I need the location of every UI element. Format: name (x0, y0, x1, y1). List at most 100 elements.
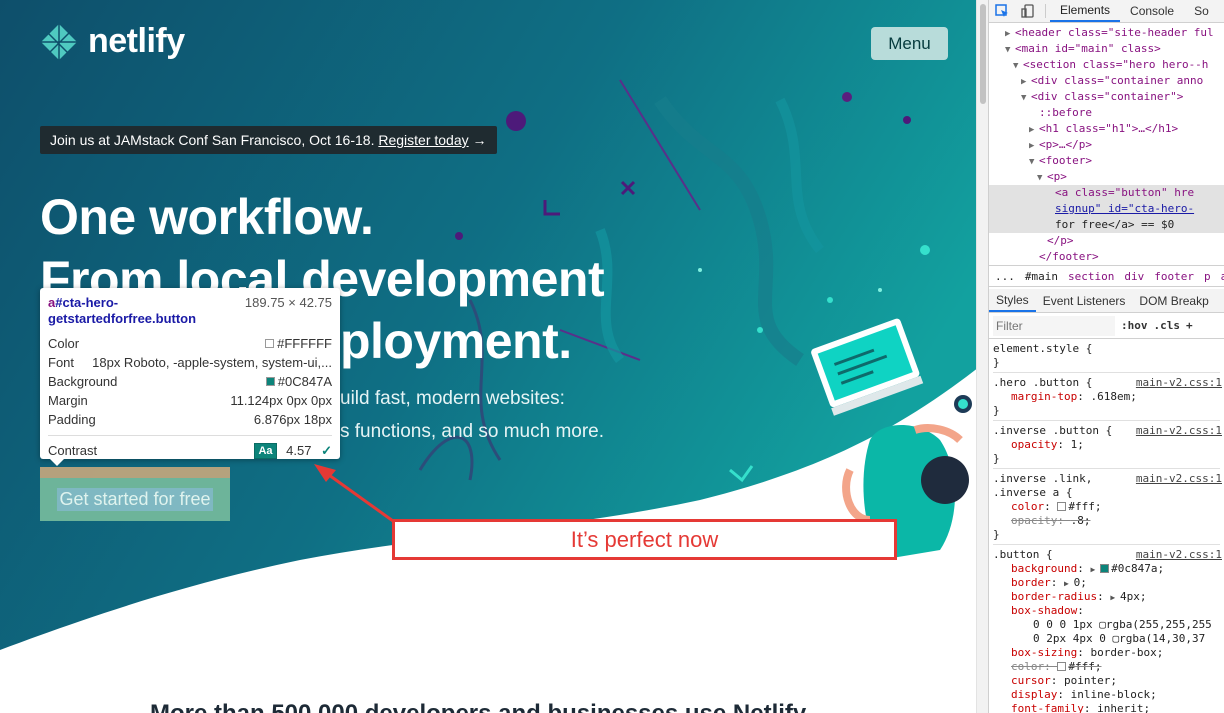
cta-margin-overlay (40, 467, 230, 478)
subtext-line-1: uild fast, modern websites: (340, 388, 565, 409)
breadcrumb-item[interactable]: div (1124, 270, 1144, 283)
css-property[interactable]: color: #fff; (993, 500, 1220, 514)
breadcrumb-item[interactable]: a (1221, 270, 1224, 283)
triangle-down-icon: ▼ (1037, 173, 1043, 183)
dom-node[interactable]: ▶ <div class="container anno (989, 73, 1224, 89)
style-rule: .inverse .button {main-v2.css:1 opacity: … (993, 421, 1222, 469)
breadcrumb: ... #main section div footerpa (989, 265, 1224, 287)
css-property[interactable]: box-sizing: border-box; (993, 646, 1220, 660)
tab-elements[interactable]: Elements (1050, 0, 1121, 22)
breadcrumb-item[interactable]: p (1204, 270, 1211, 283)
tab-event-listeners[interactable]: Event Listeners (1036, 289, 1133, 312)
tab-sources[interactable]: So (1184, 0, 1219, 22)
dom-node[interactable]: ::before (989, 105, 1224, 121)
css-property[interactable]: opacity: 1; (993, 438, 1220, 452)
css-property[interactable]: border: ▶ 0; (993, 576, 1220, 590)
css-property[interactable]: display: inline-block; (993, 688, 1220, 702)
css-property[interactable]: border-radius: ▶ 4px; (993, 590, 1220, 604)
css-property[interactable]: font-family: inherit; (993, 702, 1220, 713)
bottom-tagline: More than 500,000 developers and busines… (150, 700, 806, 713)
style-rule: .hero .button {main-v2.css:1 margin-top: … (993, 373, 1222, 421)
breadcrumb-item[interactable]: ... (995, 270, 1015, 283)
logo-text: netlify (88, 22, 185, 60)
tooltip-row-background: Background #0C847A (48, 374, 332, 389)
tooltip-row-font: Font 18px Roboto, -apple-system, system-u… (48, 355, 332, 370)
style-rule: element.style {} (993, 339, 1220, 373)
announcement-text: Join us at JAMstack Conf San Francisco, … (50, 132, 375, 148)
dom-node[interactable]: ▼ <div class="container"> (989, 89, 1224, 105)
background-swatch-icon (265, 377, 275, 386)
triangle-right-icon: ▶ (1029, 125, 1035, 135)
arrow-right-icon: → (472, 132, 487, 148)
css-property[interactable]: color: #fff; (993, 660, 1220, 674)
rule-source-link[interactable]: main-v2.css:1 (1131, 376, 1222, 389)
hov-toggle[interactable]: :hov (1121, 319, 1148, 332)
css-property[interactable]: 0 2px 4px 0 ▢rgba(14,30,37 (993, 632, 1220, 646)
css-property[interactable]: 0 0 0 1px ▢rgba(255,255,255 (993, 618, 1220, 632)
color-swatch-icon (1057, 502, 1067, 511)
page-scrollbar[interactable] (976, 0, 988, 713)
rule-selector: element.style { (993, 342, 1093, 355)
styles-tabbar: Styles Event Listeners DOM Breakp (989, 289, 1224, 313)
color-swatch-icon (1057, 662, 1067, 671)
triangle-right-icon: ▶ (1005, 29, 1011, 39)
netlify-logo[interactable]: netlify (40, 22, 185, 61)
netlify-logo-icon (41, 23, 77, 60)
rule-selector: .inverse a { (993, 486, 1073, 499)
triangle-down-icon: ▼ (1029, 157, 1035, 167)
dom-node[interactable]: </p> (989, 233, 1224, 249)
dom-node[interactable]: </footer> (989, 249, 1224, 265)
breadcrumb-item[interactable]: footer (1154, 270, 1194, 283)
cta-highlight: Get started for free (40, 467, 230, 521)
css-property[interactable]: background: ▶ #0c847a; (993, 562, 1220, 576)
css-property[interactable]: box-shadow: (993, 604, 1220, 618)
triangle-right-icon: ▶ (1029, 141, 1035, 151)
css-property[interactable]: margin-top: .618em; (993, 390, 1220, 404)
style-rule: .inverse .link, .inverse a {main-v2.css:1… (993, 469, 1222, 545)
dom-node[interactable]: ▶ <h1 class="h1">…</h1> (989, 121, 1224, 137)
breadcrumb-item[interactable]: #main (1025, 270, 1058, 283)
breadcrumb-item[interactable]: section (1068, 270, 1114, 283)
dom-node[interactable]: ▼ <section class="hero hero--h (989, 57, 1224, 73)
triangle-down-icon: ▼ (1013, 61, 1019, 71)
dom-node[interactable]: ▼ <p> (989, 169, 1224, 185)
inspect-tooltip: a#cta-hero-getstartedforfree.button 189.… (40, 288, 340, 466)
styles-filter-bar: :hov .cls + (989, 313, 1224, 339)
dom-node[interactable]: ▶ <header class="site-header ful (989, 25, 1224, 41)
css-property[interactable]: opacity: .8; (993, 514, 1220, 528)
tooltip-row-padding: Padding 6.876px 18px (48, 412, 332, 427)
styles-rules: element.style {} .hero .button {main-v2.c… (989, 339, 1224, 713)
announcement-bar: Join us at JAMstack Conf San Francisco, … (40, 126, 497, 154)
dom-node[interactable]: ▼ <main id="main" class> (989, 41, 1224, 57)
dom-node[interactable]: for free</a> == $0 (989, 217, 1224, 233)
cta-label: Get started for free (57, 488, 213, 511)
tooltip-row-contrast: Contrast Aa 4.57 ✓ (48, 442, 332, 459)
scrollbar-thumb[interactable] (980, 4, 986, 104)
register-link[interactable]: Register today (378, 132, 468, 148)
headline-line-3: ployment. (340, 313, 572, 369)
get-started-button[interactable]: Get started for free (40, 478, 230, 521)
dom-node[interactable]: ▶ <p>…</p> (989, 137, 1224, 153)
css-property[interactable]: cursor: pointer; (993, 674, 1220, 688)
device-toolbar-icon[interactable] (1015, 0, 1041, 22)
tab-console[interactable]: Console (1120, 0, 1184, 22)
rule-source-link[interactable]: main-v2.css:1 (1131, 548, 1222, 561)
dom-node[interactable]: ▼ <footer> (989, 153, 1224, 169)
menu-button[interactable]: Menu (871, 27, 948, 60)
new-rule-icon[interactable]: + (1186, 319, 1193, 332)
devtools-tabbar: Elements Console So (989, 0, 1224, 23)
contrast-badge: Aa (254, 442, 277, 459)
rule-source-link[interactable]: main-v2.css:1 (1131, 472, 1222, 485)
tab-styles[interactable]: Styles (989, 289, 1036, 312)
annotation-callout: It’s perfect now (392, 519, 897, 560)
filter-input[interactable] (993, 315, 1115, 336)
dom-tree: ▶ <header class="site-header ful ▼ <main id… (989, 23, 1224, 265)
cls-toggle[interactable]: .cls (1154, 319, 1181, 332)
inspect-element-icon[interactable] (989, 0, 1015, 22)
rule-source-link[interactable]: main-v2.css:1 (1131, 424, 1222, 437)
dom-node[interactable]: signup" id="cta-hero- (989, 201, 1224, 217)
tab-dom-breakpoints[interactable]: DOM Breakp (1132, 289, 1215, 312)
tooltip-row-margin: Margin 11.124px 0px 0px (48, 393, 332, 408)
tooltip-size: 189.75 × 42.75 (244, 295, 332, 310)
dom-node[interactable]: <a class="button" hre (989, 185, 1224, 201)
